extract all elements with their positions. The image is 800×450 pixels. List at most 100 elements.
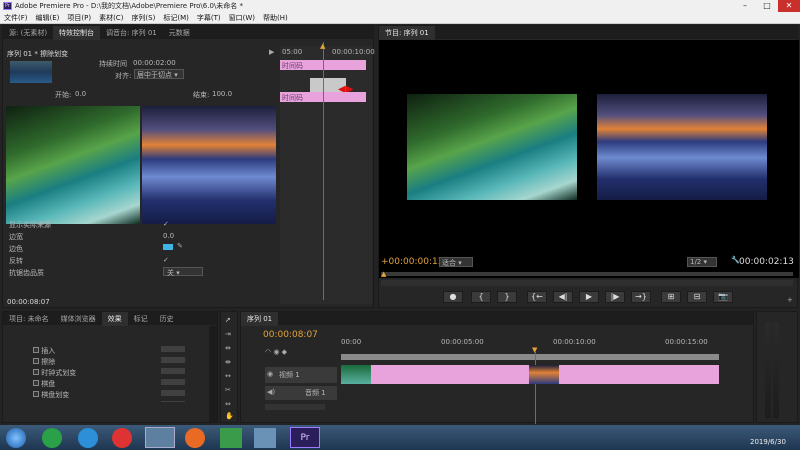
program-zoom-bar[interactable] xyxy=(381,280,793,286)
list-item[interactable]: 插入 xyxy=(33,346,76,357)
tab-metadata[interactable]: 元数据 xyxy=(163,26,196,40)
close-icon[interactable]: ✕ xyxy=(778,0,800,12)
fit-dropdown[interactable]: 适合 ▾ xyxy=(439,257,473,267)
effect-icon xyxy=(33,369,39,375)
selection-tool-icon[interactable]: ➚ xyxy=(225,316,231,324)
project-panel: 项目: 未命名 媒体浏览器 效果 标记 历史 插入 擦除 时钟式划变 棋盘 棋盘划变 xyxy=(2,311,218,423)
antialias-dropdown[interactable]: 关 ▾ xyxy=(163,267,203,277)
explorer-icon[interactable] xyxy=(145,427,175,448)
audio-track-label: 音频 1 xyxy=(305,389,326,397)
snap-icon[interactable]: ◠ ◉ ◆ xyxy=(265,348,287,356)
firefox-icon[interactable] xyxy=(185,428,205,448)
prop-border-width: 边宽 xyxy=(9,233,23,241)
menu-help[interactable]: 帮助(H) xyxy=(259,12,292,24)
prop-border-width-value[interactable]: 0.0 xyxy=(163,232,174,240)
align-dropdown[interactable]: 居中于切点 ▾ xyxy=(134,69,184,79)
mark-in-button[interactable]: { xyxy=(471,291,491,303)
effect-header: 序列 01 * 擦除划变 xyxy=(7,50,69,58)
add-button-icon[interactable]: + xyxy=(787,296,793,304)
tab-project[interactable]: 项目: 未命名 xyxy=(3,312,55,326)
menu-file[interactable]: 文件(F) xyxy=(0,12,32,24)
media-player-icon[interactable] xyxy=(220,428,242,448)
timeline-playhead[interactable] xyxy=(535,352,536,424)
tab-sequence[interactable]: 序列 01 xyxy=(241,312,279,326)
mark-out-button[interactable]: } xyxy=(497,291,517,303)
video-track-header[interactable]: ◉ 视频 1 xyxy=(265,367,337,383)
hand-tool-icon[interactable]: ✋ xyxy=(225,412,234,420)
browser-icon[interactable] xyxy=(42,428,62,448)
speaker-icon[interactable]: ◀) xyxy=(267,388,275,396)
minimize-icon[interactable]: – xyxy=(734,0,756,12)
tab-history[interactable]: 历史 xyxy=(154,312,180,326)
program-viewer[interactable] xyxy=(379,40,799,278)
list-item[interactable]: 棋盘 xyxy=(33,379,76,390)
menu-window[interactable]: 窗口(W) xyxy=(225,12,259,24)
duration-value[interactable]: 00:00:02:00 xyxy=(133,59,176,67)
eye-icon[interactable]: ◉ xyxy=(267,370,273,378)
tab-markers[interactable]: 标记 xyxy=(128,312,154,326)
timeline-zoom-slider[interactable] xyxy=(265,404,325,410)
clip-thumbnail-a xyxy=(341,365,371,384)
tab-effects[interactable]: 效果 xyxy=(101,312,128,326)
ruler-tick: 00:00:05:00 xyxy=(441,338,484,346)
prop-show-source-value[interactable]: ✓ xyxy=(163,220,169,228)
effects-list: 插入 擦除 时钟式划变 棋盘 棋盘划变 xyxy=(33,346,76,401)
menu-project[interactable]: 项目(P) xyxy=(63,12,95,24)
tab-program[interactable]: 节目: 序列 01 xyxy=(379,26,435,40)
play-button[interactable]: ▶ xyxy=(579,291,599,303)
menu-title[interactable]: 字幕(T) xyxy=(193,12,225,24)
effect-icon xyxy=(33,358,39,364)
project-scrollbar[interactable] xyxy=(209,326,217,422)
menu-marker[interactable]: 标记(M) xyxy=(159,12,193,24)
step-back-button[interactable]: ◀| xyxy=(553,291,573,303)
end-value[interactable]: 100.0 xyxy=(212,90,232,98)
qq-icon[interactable] xyxy=(112,428,132,448)
mini-playhead[interactable] xyxy=(323,42,324,300)
ie-icon[interactable] xyxy=(78,428,98,448)
ruler-tick: 00:00:15:00 xyxy=(665,338,708,346)
maximize-icon[interactable]: □ xyxy=(756,0,778,12)
rolling-edit-tool-icon[interactable]: ⇼ xyxy=(225,358,231,366)
menu-edit[interactable]: 编辑(E) xyxy=(32,12,64,24)
timeline-current-time[interactable]: 00:00:08:07 xyxy=(263,330,318,340)
track-select-tool-icon[interactable]: ⇥ xyxy=(225,330,231,338)
list-item[interactable]: 擦除 xyxy=(33,357,76,368)
lift-button[interactable]: ⊞ xyxy=(661,291,681,303)
resolution-dropdown[interactable]: 1/2 ▾ xyxy=(687,257,717,267)
clip-thumbnail-b xyxy=(529,365,559,384)
add-marker-button[interactable]: ● xyxy=(443,291,463,303)
resolution-value: 1/2 xyxy=(690,258,702,266)
razor-tool-icon[interactable]: ✂ xyxy=(225,386,231,394)
color-swatch[interactable] xyxy=(163,244,173,250)
window-title: Adobe Premiere Pro - D:\我的文档\Adobe\Premi… xyxy=(15,2,244,10)
ripple-edit-tool-icon[interactable]: ⇹ xyxy=(225,344,231,352)
slip-tool-icon[interactable]: ⇔ xyxy=(225,400,231,408)
work-area-bar[interactable] xyxy=(341,354,719,360)
program-frame-a xyxy=(407,94,577,200)
tab-effect-controls[interactable]: 特效控制台 xyxy=(53,26,101,40)
menu-clip[interactable]: 素材(C) xyxy=(95,12,127,24)
menu-sequence[interactable]: 序列(S) xyxy=(127,12,159,24)
tab-source[interactable]: 源: (无素材) xyxy=(3,26,53,40)
export-frame-button[interactable]: 📷 xyxy=(713,291,733,303)
rate-stretch-tool-icon[interactable]: ↔ xyxy=(225,372,231,380)
go-to-out-button[interactable]: →} xyxy=(631,291,651,303)
step-forward-button[interactable]: |▶ xyxy=(605,291,625,303)
panel-arrow-icon[interactable]: ▶ xyxy=(269,48,274,56)
audio-track-header[interactable]: ◀) 音频 1 xyxy=(265,386,337,400)
program-playhead-icon[interactable]: ▲ xyxy=(381,270,386,278)
premiere-taskbar-icon[interactable]: Pr xyxy=(290,427,320,448)
app-icon[interactable] xyxy=(254,428,276,448)
list-item[interactable]: 棋盘划变 xyxy=(33,390,76,401)
go-to-in-button[interactable]: {← xyxy=(527,291,547,303)
tab-media-browser[interactable]: 媒体浏览器 xyxy=(55,312,102,326)
extract-button[interactable]: ⊟ xyxy=(687,291,707,303)
list-item[interactable]: 时钟式划变 xyxy=(33,368,76,379)
start-value[interactable]: 0.0 xyxy=(75,90,86,98)
program-scrubber[interactable] xyxy=(381,272,793,276)
program-current-time[interactable]: +00:00:00:13 xyxy=(381,257,443,267)
tab-audio-mixer[interactable]: 调音台: 序列 01 xyxy=(100,26,163,40)
start-button-icon[interactable] xyxy=(6,428,26,448)
prop-reverse-value[interactable]: ✓ xyxy=(163,256,169,264)
eyedropper-icon[interactable]: ✎ xyxy=(177,242,183,250)
